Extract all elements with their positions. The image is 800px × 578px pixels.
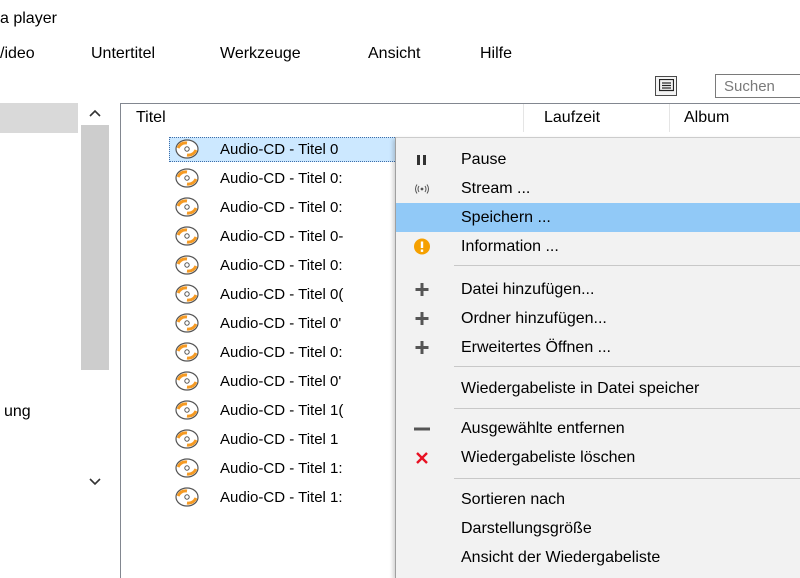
plus-icon — [410, 304, 434, 333]
menu-ansicht[interactable]: Ansicht — [368, 44, 420, 64]
menu-item-label: Ansicht der Wiedergabeliste — [461, 549, 661, 566]
menu-item-datei-hinzufuegen[interactable]: Datei hinzufügen... — [396, 275, 800, 304]
menu-item-label: Wiedergabeliste in Datei speicher — [461, 380, 700, 397]
search-box — [715, 74, 800, 98]
column-separator[interactable] — [523, 104, 524, 132]
menu-item-label: Speichern ... — [461, 209, 551, 226]
menu-bar: /ideo Untertitel Werkzeuge Ansicht Hilfe — [0, 44, 800, 70]
menu-item-label: Darstellungsgröße — [461, 520, 592, 537]
menu-untertitel[interactable]: Untertitel — [91, 44, 155, 64]
menu-item-label: Sortieren nach — [461, 491, 566, 508]
menu-hilfe[interactable]: Hilfe — [480, 44, 512, 64]
audio-cd-icon — [175, 487, 199, 510]
close-icon — [410, 443, 434, 472]
track-title: Audio-CD - Titel 0‐ — [220, 228, 344, 245]
track-title: Audio-CD - Titel 0: — [220, 170, 343, 187]
menu-video[interactable]: /ideo — [0, 44, 35, 64]
menu-item-ansicht-wiedergabeliste[interactable]: Ansicht der Wiedergabeliste — [396, 543, 800, 572]
menu-item-label: Erweitertes Öffnen ... — [461, 339, 611, 356]
track-title: Audio-CD - Titel 0: — [220, 344, 343, 361]
track-title: Audio-CD - Titel 0' — [220, 315, 342, 332]
column-header-album[interactable]: Album — [684, 104, 729, 132]
column-separator[interactable] — [669, 104, 670, 132]
left-scrollbar[interactable] — [80, 103, 110, 498]
menu-separator — [454, 366, 800, 367]
playlist-icon — [659, 79, 674, 92]
track-title: Audio-CD - Titel 0: — [220, 199, 343, 216]
audio-cd-icon — [175, 139, 199, 162]
plus-icon — [410, 333, 434, 362]
minus-icon — [410, 414, 434, 443]
menu-separator — [454, 478, 800, 479]
menu-item-label: Ausgewählte entfernen — [461, 420, 625, 437]
window-title: a player — [0, 10, 57, 27]
track-title: Audio-CD - Titel 0: — [220, 257, 343, 274]
toolbar — [0, 74, 800, 104]
audio-cd-icon — [175, 168, 199, 191]
menu-item-sortieren-nach[interactable]: Sortieren nach — [396, 485, 800, 514]
scroll-down-icon[interactable] — [89, 478, 101, 486]
audio-cd-icon — [175, 342, 199, 365]
track-title: Audio-CD - Titel 0 — [220, 141, 339, 158]
menu-item-label: Wiedergabeliste löschen — [461, 449, 636, 466]
audio-cd-icon — [175, 429, 199, 452]
menu-item-erweitertes-oeffnen[interactable]: Erweitertes Öffnen ... — [396, 333, 800, 362]
title-bar: a player — [0, 0, 800, 36]
menu-separator — [454, 265, 800, 266]
audio-cd-icon — [175, 255, 199, 278]
menu-item-pause[interactable]: Pause — [396, 145, 800, 174]
playlist-toggle-button[interactable] — [655, 76, 677, 96]
menu-item-label: Stream ... — [461, 180, 531, 197]
info-icon — [410, 232, 434, 261]
menu-item-darstellungsgroesse[interactable]: Darstellungsgröße — [396, 514, 800, 543]
menu-item-wiedergabeliste-loeschen[interactable]: Wiedergabeliste löschen — [396, 443, 800, 472]
scroll-up-icon[interactable] — [89, 109, 101, 117]
track-title: Audio-CD - Titel 0' — [220, 373, 342, 390]
menu-item-label: Ordner hinzufügen... — [461, 310, 607, 327]
audio-cd-icon — [175, 371, 199, 394]
menu-item-speichern[interactable]: Speichern ... — [396, 203, 800, 232]
column-header-laufzeit[interactable]: Laufzeit — [544, 104, 600, 132]
audio-cd-icon — [175, 313, 199, 336]
menu-item-stream[interactable]: Stream ... — [396, 174, 800, 203]
audio-cd-icon — [175, 458, 199, 481]
track-title: Audio-CD - Titel 1( — [220, 402, 344, 419]
menu-item-label: Datei hinzufügen... — [461, 281, 595, 298]
left-panel: ung — [0, 103, 78, 571]
menu-item-ausgewaehlte-entfernen[interactable]: Ausgewählte entfernen — [396, 414, 800, 443]
stream-icon — [410, 174, 434, 203]
column-header-titel[interactable]: Titel — [136, 104, 166, 132]
menu-werkzeuge[interactable]: Werkzeuge — [220, 44, 301, 64]
menu-separator — [454, 408, 800, 409]
menu-item-label: Pause — [461, 151, 507, 168]
menu-item-ordner-hinzufuegen[interactable]: Ordner hinzufügen... — [396, 304, 800, 333]
audio-cd-icon — [175, 226, 199, 249]
audio-cd-icon — [175, 197, 199, 220]
menu-item-information[interactable]: Information ... — [396, 232, 800, 261]
track-title: Audio-CD - Titel 1 — [220, 431, 339, 448]
audio-cd-icon — [175, 400, 199, 423]
audio-cd-icon — [175, 284, 199, 307]
menu-item-label: Information ... — [461, 238, 559, 255]
left-panel-selected-item[interactable] — [0, 103, 78, 133]
track-title: Audio-CD - Titel 1: — [220, 460, 343, 477]
pause-icon — [410, 145, 434, 174]
track-title: Audio-CD - Titel 0( — [220, 286, 344, 303]
track-title: Audio-CD - Titel 1: — [220, 489, 343, 506]
scroll-thumb[interactable] — [81, 125, 109, 370]
context-menu: Pause Stream ... Speichern ... Informati… — [395, 137, 800, 578]
search-input[interactable] — [724, 76, 800, 96]
left-panel-label[interactable]: ung — [4, 403, 31, 421]
menu-item-wiedergabeliste-speichern[interactable]: Wiedergabeliste in Datei speicher — [396, 374, 800, 403]
plus-icon — [410, 275, 434, 304]
